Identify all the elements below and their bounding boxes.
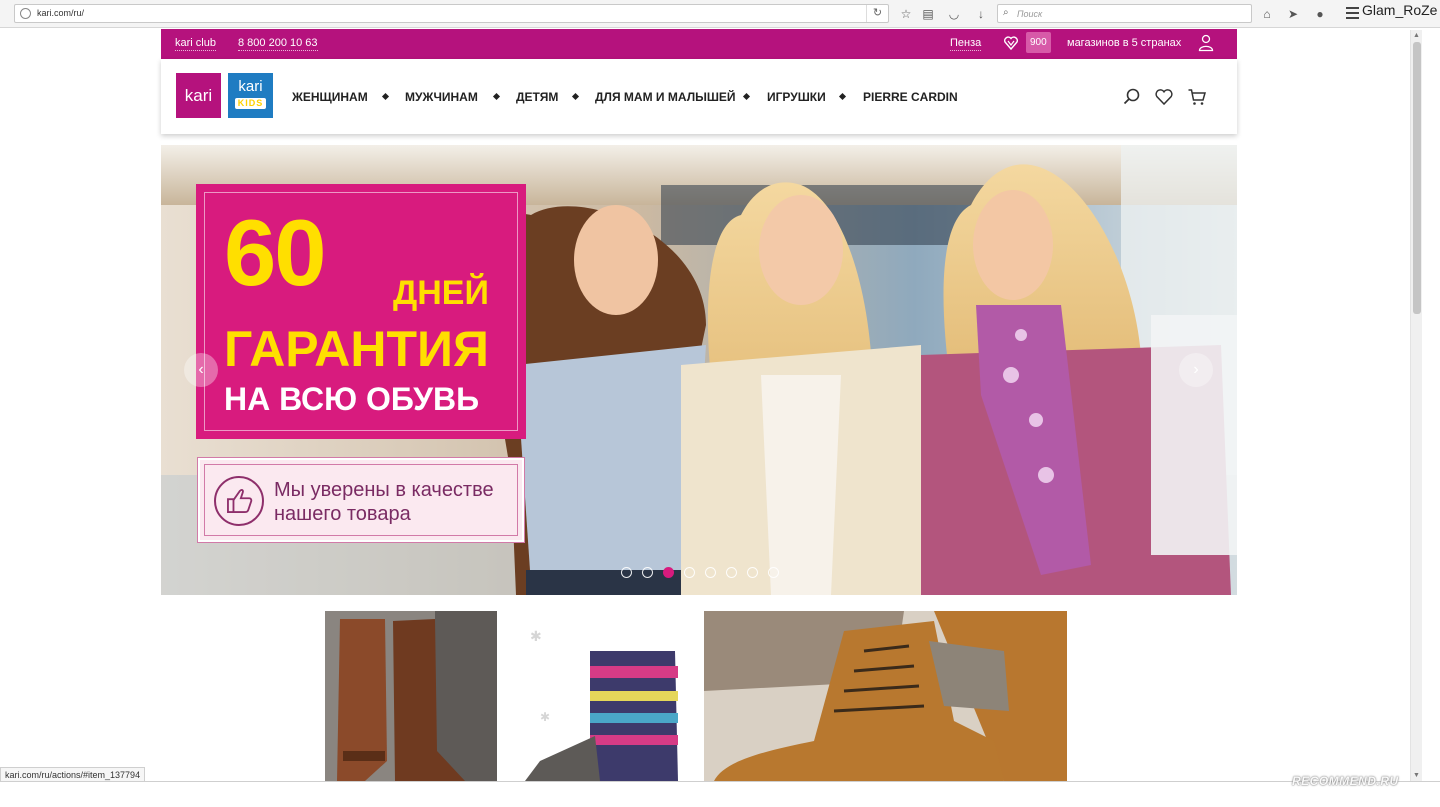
- svg-text:✱: ✱: [530, 629, 542, 645]
- site-topbar: kari club 8 800 200 10 63 Пенза 900 мага…: [161, 29, 1237, 59]
- home-icon[interactable]: ⌂: [1259, 6, 1275, 22]
- hero-banner[interactable]: 60 ДНЕЙ ГАРАНТИЯ НА ВСЮ ОБУВЬ Мы уверены…: [161, 145, 1237, 595]
- slider-dot[interactable]: [726, 567, 737, 578]
- scroll-down-icon[interactable]: ▼: [1413, 772, 1420, 779]
- nav-item-men[interactable]: МУЖЧИНАМ: [405, 90, 478, 104]
- search-icon: ⌕: [1003, 7, 1009, 18]
- knit-boots-image: ✱ ✱ ✱: [500, 611, 700, 781]
- kids-logo-bottom: KIDS: [235, 98, 266, 109]
- city-selector[interactable]: Пенза: [950, 37, 982, 51]
- prev-slide-button[interactable]: ‹: [184, 353, 218, 387]
- address-text[interactable]: kari.com/ru/: [37, 8, 84, 18]
- guarantee-promo[interactable]: 60 ДНЕЙ ГАРАНТИЯ НА ВСЮ ОБУВЬ: [196, 184, 526, 439]
- promo-guarantee: ГАРАНТИЯ: [224, 321, 489, 377]
- slider-dot[interactable]: [621, 567, 632, 578]
- slider-dot[interactable]: [705, 567, 716, 578]
- nav-item-pierre-cardin[interactable]: PIERRE CARDIN: [863, 90, 958, 104]
- send-icon[interactable]: ➤: [1285, 6, 1301, 22]
- kari-logo[interactable]: kari: [176, 73, 221, 118]
- quality-badge: Мы уверены в качестве нашего товара: [198, 458, 524, 542]
- kari-logo-text: kari: [184, 86, 213, 105]
- quality-line-1: Мы уверены в качестве: [274, 479, 494, 501]
- thumbs-up-icon: [214, 476, 264, 526]
- scrollbar-thumb[interactable]: [1413, 42, 1421, 314]
- nav-separator: [571, 92, 580, 101]
- slider-dot[interactable]: [663, 567, 674, 578]
- slider-dot[interactable]: [768, 567, 779, 578]
- reading-list-icon[interactable]: ▤: [920, 6, 936, 22]
- nav-item-toys[interactable]: ИГРУШКИ: [767, 90, 826, 104]
- address-bar[interactable]: kari.com/ru/ ↻: [14, 4, 889, 23]
- slider-dot[interactable]: [684, 567, 695, 578]
- stores-text[interactable]: магазинов в 5 странах: [1067, 37, 1181, 49]
- browser-toolbar: kari.com/ru/ ↻ ☆ ▤ ◡ ↓ ⌕ Поиск ⌂ ➤ ● Gla…: [0, 0, 1440, 28]
- browser-bottom-area: [0, 781, 1440, 807]
- quality-text: Мы уверены в качестве нашего товара: [274, 478, 524, 526]
- browser-search-bar[interactable]: ⌕ Поиск: [997, 4, 1252, 23]
- status-bar: kari.com/ru/actions/#item_137794: [0, 767, 146, 782]
- phone-link[interactable]: 8 800 200 10 63: [238, 37, 318, 51]
- nav-item-moms-babies[interactable]: ДЛЯ МАМ И МАЛЫШЕЙ: [595, 90, 736, 104]
- download-icon[interactable]: ↓: [973, 6, 989, 22]
- promo-days: ДНЕЙ: [393, 274, 489, 312]
- product-tile-boots[interactable]: [325, 611, 497, 781]
- quality-line-2: нашего товара: [274, 503, 411, 525]
- bookmark-star-icon[interactable]: ☆: [898, 6, 914, 22]
- nav-separator: [742, 92, 751, 101]
- globe-icon: [20, 8, 31, 19]
- nav-separator: [838, 92, 847, 101]
- kari-club-link[interactable]: kari club: [175, 37, 216, 51]
- promo-number: 60: [224, 200, 327, 305]
- search-placeholder: Поиск: [1017, 9, 1043, 19]
- reload-icon[interactable]: ↻: [866, 5, 888, 22]
- main-navigation: kari kari KIDS ЖЕНЩИНАМ МУЖЧИНАМ ДЕТЯМ Д…: [161, 59, 1237, 134]
- cart-icon[interactable]: [1187, 87, 1207, 107]
- nav-item-women[interactable]: ЖЕНЩИНАМ: [292, 90, 368, 104]
- favorites-heart-icon[interactable]: [1154, 87, 1174, 107]
- slider-dot[interactable]: [747, 567, 758, 578]
- username-label: Glam_RoZe: [1362, 2, 1438, 18]
- product-tile-ankle-boots[interactable]: [704, 611, 1067, 781]
- pocket-icon[interactable]: ◡: [946, 6, 962, 22]
- scroll-up-icon[interactable]: ▲: [1413, 32, 1420, 39]
- ankle-boots-image: [704, 611, 1067, 781]
- promo-all-shoes: НА ВСЮ ОБУВЬ: [224, 381, 480, 417]
- nav-separator: [381, 92, 390, 101]
- tall-boots-image: [325, 611, 497, 781]
- nav-separator: [492, 92, 501, 101]
- stores-count-badge: 900: [1026, 32, 1051, 53]
- chat-icon[interactable]: ●: [1312, 6, 1328, 22]
- search-icon[interactable]: [1122, 87, 1142, 107]
- next-slide-button[interactable]: ›: [1179, 353, 1213, 387]
- menu-icon[interactable]: [1346, 7, 1359, 22]
- user-account-icon[interactable]: [1198, 34, 1214, 52]
- slider-dot[interactable]: [642, 567, 653, 578]
- svg-text:✱: ✱: [540, 710, 550, 724]
- watermark: RECOMMEND.RU: [1292, 774, 1399, 788]
- nav-item-kids[interactable]: ДЕТЯМ: [516, 90, 558, 104]
- kari-kids-logo[interactable]: kari KIDS: [228, 73, 273, 118]
- page-scrollbar[interactable]: ▲ ▼: [1410, 30, 1422, 781]
- kids-logo-top: kari: [238, 78, 263, 95]
- product-tile-knit-boots[interactable]: ✱ ✱ ✱: [500, 611, 700, 781]
- stores-map-icon: [1004, 36, 1018, 51]
- slider-dots: [621, 565, 789, 583]
